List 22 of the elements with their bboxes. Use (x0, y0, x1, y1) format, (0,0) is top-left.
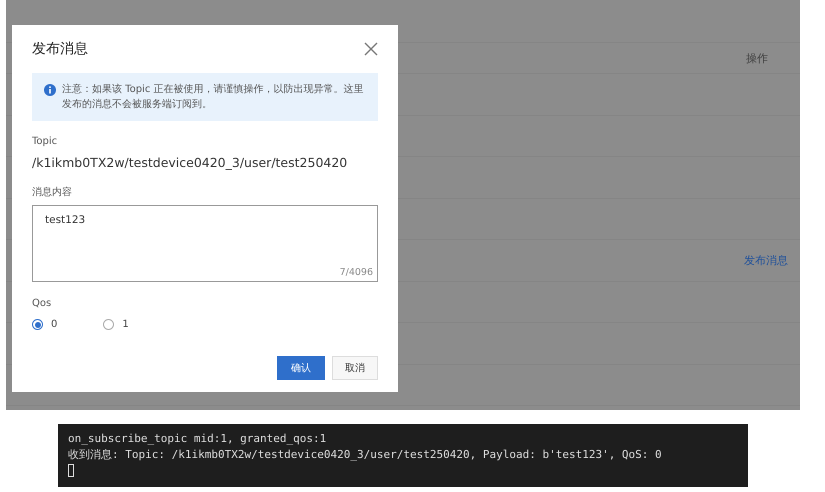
char-counter: 7/4096 (340, 267, 373, 278)
close-icon[interactable] (364, 42, 378, 56)
qos-option[interactable]: 0 (32, 319, 58, 330)
info-icon (44, 84, 56, 96)
message-field[interactable]: test123 7/4096 (32, 205, 378, 282)
option-label: 0 (51, 319, 58, 330)
terminal-line: on_subscribe_topic mid:1, granted_qos:1 (68, 431, 328, 447)
topic-label: Topic (32, 136, 58, 147)
notice-text: 注意：如果该 Topic 正在被使用，请谨慎操作，以防出现异常。这里发布的消息不会被服务端订阅到。 (62, 82, 365, 112)
option-label: 1 (122, 319, 129, 330)
radio-button[interactable] (103, 319, 114, 330)
cancel-button[interactable]: 取消 (332, 356, 378, 380)
content-label: 消息内容 (32, 186, 73, 199)
text-cursor (68, 464, 74, 477)
dialog-title: 发布消息 (32, 40, 88, 58)
confirm-button[interactable]: 确认 (277, 356, 325, 380)
qos-label: Qos (32, 298, 52, 309)
radio-button[interactable] (32, 319, 43, 330)
qos-option[interactable]: 1 (103, 319, 129, 330)
topic-value: /k1ikmb0TX2w/testdevice0420_3/user/test250420 (32, 155, 348, 170)
column-header: 操作 (746, 50, 768, 66)
terminal-line: 收到消息: Topic: /k1ikmb0TX2w/testdevice0420_3/user/test250420, Payload: b'test123', QoS: 0 (68, 447, 663, 463)
